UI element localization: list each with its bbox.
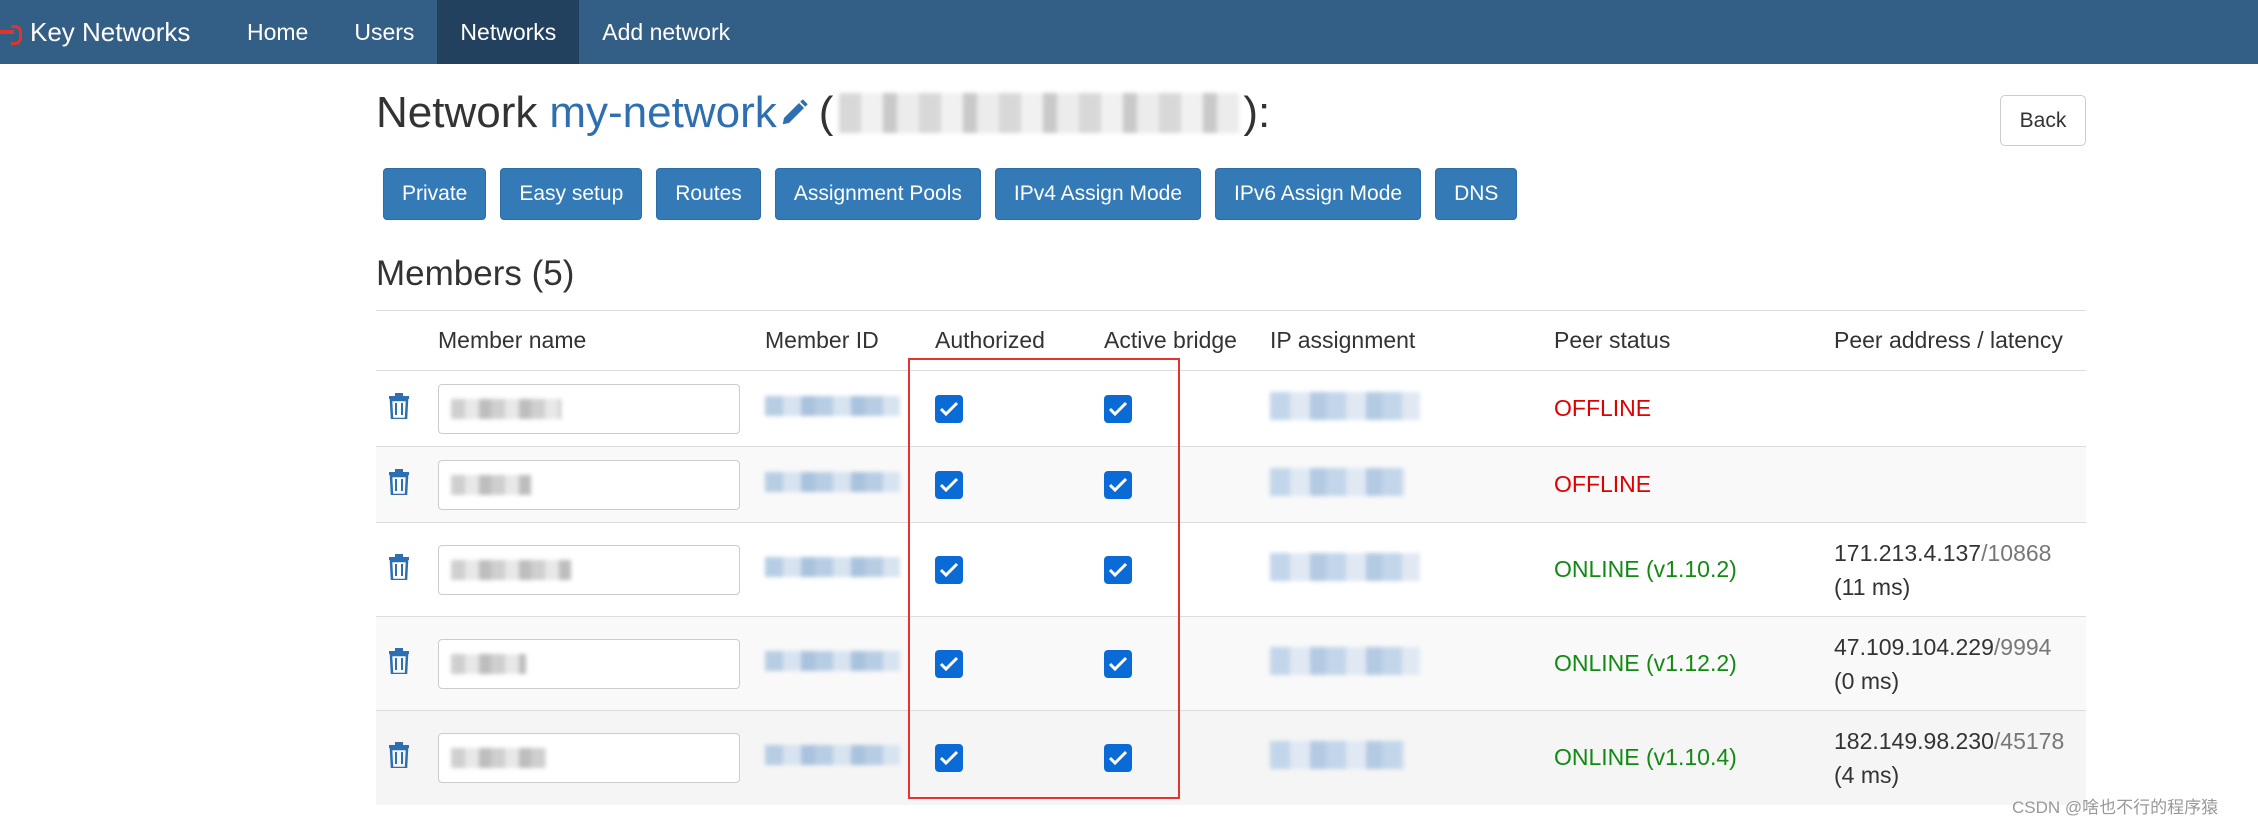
member-name-input[interactable] xyxy=(438,544,740,595)
table-row: ONLINE (v1.12.2) 47.109.104.229/9994 (0 … xyxy=(376,616,2086,711)
dns-button[interactable]: DNS xyxy=(1435,168,1518,220)
peer-port: /10868 xyxy=(1981,539,2052,566)
ip-assignment-value[interactable] xyxy=(1270,391,1420,420)
nav-networks-label: Networks xyxy=(460,18,557,45)
trash-icon[interactable] xyxy=(388,741,410,768)
members-table: Member name Member ID Authorized Active … xyxy=(376,310,2086,805)
members-title: Members (5) xyxy=(376,254,575,293)
ipv4-assign-mode-button[interactable]: IPv4 Assign Mode xyxy=(994,168,1201,220)
brand-link[interactable]: Key Networks xyxy=(0,0,224,64)
member-name-input[interactable] xyxy=(438,732,740,783)
peer-address: 171.213.4.137/10868 (11 ms) xyxy=(1834,522,2086,617)
network-actions: Private Easy setup Routes Assignment Poo… xyxy=(383,168,1531,220)
ip-assignment-value[interactable] xyxy=(1270,646,1420,675)
network-id-open: ( xyxy=(818,88,834,137)
member-name-input[interactable] xyxy=(438,383,740,434)
table-row: ONLINE (v1.10.2) 171.213.4.137/10868 (11… xyxy=(376,522,2086,617)
peer-status: ONLINE (v1.10.2) xyxy=(1554,522,1834,617)
member-id-link[interactable] xyxy=(765,745,900,766)
network-name-link[interactable]: my-network xyxy=(549,88,776,138)
nav-add-network[interactable]: Add network xyxy=(579,0,753,64)
member-name-input[interactable] xyxy=(438,638,740,689)
peer-ip: 182.149.98.230 xyxy=(1834,727,1994,754)
network-id-redacted xyxy=(839,93,1240,133)
table-row: OFFLINE xyxy=(376,446,2086,523)
logo-icon xyxy=(0,23,24,45)
ip-assignment-value[interactable] xyxy=(1270,740,1405,769)
col-peer-address: Peer address / latency xyxy=(1834,310,2086,371)
table-header: Member name Member ID Authorized Active … xyxy=(376,310,2086,371)
trash-icon[interactable] xyxy=(388,647,410,674)
table-row: OFFLINE xyxy=(376,370,2086,447)
peer-status: OFFLINE xyxy=(1554,446,1834,523)
page-title: Network my-network ( ): xyxy=(376,88,1270,138)
brand-label: Key Networks xyxy=(30,16,191,47)
trash-icon[interactable] xyxy=(388,392,410,419)
peer-status: OFFLINE xyxy=(1554,370,1834,447)
nav-networks[interactable]: Networks xyxy=(437,0,580,64)
nav-users[interactable]: Users xyxy=(331,0,437,64)
peer-ip: 171.213.4.137 xyxy=(1834,539,1982,566)
peer-latency: (0 ms) xyxy=(1834,667,1900,694)
nav-add-network-label: Add network xyxy=(602,18,731,45)
col-delete xyxy=(376,310,438,371)
peer-status: ONLINE (v1.10.4) xyxy=(1554,710,1834,805)
peer-latency: (4 ms) xyxy=(1834,761,1900,788)
nav-home-label: Home xyxy=(247,18,309,45)
member-id-link[interactable] xyxy=(765,472,900,492)
col-ip-assignment: IP assignment xyxy=(1270,310,1554,371)
watermark: CSDN @啥也不行的程序猿 xyxy=(2012,798,2219,817)
peer-port: /9994 xyxy=(1993,633,2052,660)
assignment-pools-button[interactable]: Assignment Pools xyxy=(774,168,981,220)
trash-icon[interactable] xyxy=(388,553,410,580)
table-row: ONLINE (v1.10.4) 182.149.98.230/45178 (4… xyxy=(376,710,2086,805)
back-button[interactable]: Back xyxy=(2000,95,2086,146)
network-id-close: ): xyxy=(1243,88,1271,137)
peer-address xyxy=(1834,446,2086,523)
top-navbar: Key Networks Home Users Networks Add net… xyxy=(0,0,2258,64)
trash-icon[interactable] xyxy=(388,468,410,495)
peer-status: ONLINE (v1.12.2) xyxy=(1554,616,1834,711)
nav-home[interactable]: Home xyxy=(224,0,331,64)
member-id-link[interactable] xyxy=(765,396,900,416)
private-button[interactable]: Private xyxy=(383,168,487,220)
peer-latency: (11 ms) xyxy=(1834,573,1911,600)
pencil-icon[interactable] xyxy=(779,98,809,128)
col-member-name: Member name xyxy=(438,310,765,371)
col-peer-status: Peer status xyxy=(1554,310,1834,371)
nav-users-label: Users xyxy=(354,18,415,45)
annotation-highlight-box xyxy=(908,358,1180,799)
ip-assignment-value[interactable] xyxy=(1270,467,1405,496)
member-name-input[interactable] xyxy=(438,459,740,510)
routes-button[interactable]: Routes xyxy=(656,168,761,220)
peer-address xyxy=(1834,370,2086,447)
peer-address: 182.149.98.230/45178 (4 ms) xyxy=(1834,710,2086,805)
member-id-link[interactable] xyxy=(765,557,900,577)
peer-port: /45178 xyxy=(1993,727,2065,754)
ipv6-assign-mode-button[interactable]: IPv6 Assign Mode xyxy=(1215,168,1422,220)
member-id-link[interactable] xyxy=(765,651,900,671)
easy-setup-button[interactable]: Easy setup xyxy=(500,168,643,220)
ip-assignment-value[interactable] xyxy=(1270,552,1420,581)
title-prefix: Network xyxy=(376,88,538,137)
peer-address: 47.109.104.229/9994 (0 ms) xyxy=(1834,616,2086,711)
peer-ip: 47.109.104.229 xyxy=(1834,633,1994,660)
